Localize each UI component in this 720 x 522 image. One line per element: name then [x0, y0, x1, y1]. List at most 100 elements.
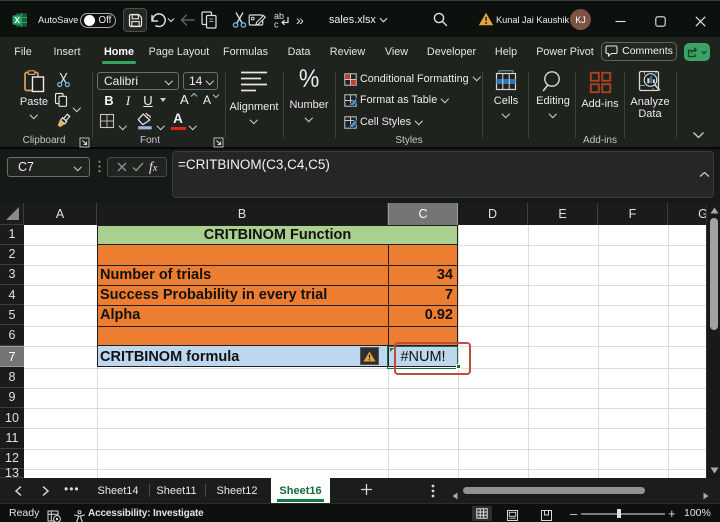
conditional-formatting-button[interactable]: Conditional Formatting: [360, 73, 481, 85]
cut-button[interactable]: [56, 72, 71, 93]
maximize-button[interactable]: [645, 6, 675, 36]
row-header-2[interactable]: 2: [0, 245, 24, 265]
zoom-out-button[interactable]: –: [570, 504, 577, 522]
cell-title-b1[interactable]: CRITBINOM Function: [97, 224, 458, 245]
row-header-13[interactable]: 13: [0, 466, 24, 478]
expand-formula-bar-button[interactable]: [699, 165, 710, 183]
row-header-8[interactable]: 8: [0, 368, 24, 388]
copy-button[interactable]: [54, 92, 69, 113]
ribbon-tab-page-layout[interactable]: Page Layout: [149, 37, 210, 66]
sheet-nav-prev-button[interactable]: [14, 484, 23, 502]
page-break-view-button[interactable]: [540, 506, 553, 522]
bold-button[interactable]: B: [102, 93, 116, 108]
fill-color-button[interactable]: [136, 112, 154, 135]
minimize-button[interactable]: [605, 6, 635, 36]
cell-label-b3[interactable]: Number of trials: [100, 265, 384, 285]
share-button[interactable]: [684, 43, 710, 61]
row-header-10[interactable]: 10: [0, 408, 24, 429]
vertical-scrollbar[interactable]: [706, 203, 720, 478]
format-as-table-button[interactable]: Format as Table: [360, 94, 449, 106]
ribbon-tab-data[interactable]: Data: [288, 37, 311, 66]
borders-button[interactable]: [99, 113, 115, 134]
new-sheet-button[interactable]: [360, 483, 373, 501]
redo-button[interactable]: [178, 10, 198, 30]
user-name[interactable]: Kunal Jai Kaushik: [496, 1, 569, 38]
ribbon-tab-insert[interactable]: Insert: [53, 37, 80, 66]
formula-input[interactable]: =CRITBINOM(C3,C4,C5): [172, 151, 714, 198]
select-all-corner[interactable]: [0, 203, 24, 225]
zoom-slider-handle[interactable]: [617, 509, 621, 518]
format-painter-button[interactable]: [54, 113, 72, 135]
search-button[interactable]: [432, 11, 449, 28]
alert-warning-icon[interactable]: [478, 12, 494, 26]
normal-view-button[interactable]: [472, 506, 492, 521]
cell-label-b4[interactable]: Success Probability in every trial: [100, 285, 384, 305]
ribbon-tab-review[interactable]: Review: [330, 37, 365, 66]
row-header-1[interactable]: 1: [0, 225, 24, 245]
analyze-data-button[interactable]: Analyze Data: [626, 70, 674, 120]
column-header-a[interactable]: A: [24, 203, 97, 225]
page-layout-view-button[interactable]: [506, 506, 519, 522]
ribbon-tab-developer[interactable]: Developer: [427, 37, 476, 66]
cell-label-b5[interactable]: Alpha: [100, 305, 384, 325]
clipboard-dialog-launcher[interactable]: [79, 135, 90, 148]
cell-value-c4[interactable]: 7: [388, 285, 453, 305]
ribbon-tab-help[interactable]: Help: [495, 37, 517, 66]
column-header-b[interactable]: B: [97, 203, 388, 225]
row-header-7[interactable]: 7: [0, 345, 24, 368]
enter-icon[interactable]: [132, 162, 144, 172]
row-header-11[interactable]: 11: [0, 428, 24, 449]
horizontal-scroll-thumb[interactable]: [463, 487, 645, 494]
column-header-c[interactable]: C: [388, 203, 458, 225]
close-button[interactable]: [685, 6, 715, 36]
row-header-3[interactable]: 3: [0, 265, 24, 286]
cell-label-b7[interactable]: CRITBINOM formula: [100, 346, 384, 368]
sheet-options-button[interactable]: [431, 484, 435, 503]
undo-dropdown-chevron[interactable]: [167, 17, 175, 23]
vertical-scroll-thumb[interactable]: [710, 218, 718, 330]
cell-value-c5[interactable]: 0.92: [388, 305, 453, 325]
font-color-button[interactable]: A: [170, 111, 186, 131]
font-size-select[interactable]: 14: [183, 72, 218, 90]
draw-button[interactable]: [248, 11, 267, 29]
qat-overflow-button[interactable]: »: [296, 1, 304, 38]
italic-button[interactable]: I: [122, 93, 134, 109]
comments-button[interactable]: Comments: [601, 41, 677, 61]
row-header-9[interactable]: 9: [0, 388, 24, 409]
addins-button[interactable]: Add-ins: [577, 71, 623, 110]
paste-button[interactable]: Paste: [17, 70, 51, 119]
ribbon-tab-file[interactable]: File: [14, 37, 31, 66]
avatar[interactable]: KJ: [570, 9, 591, 30]
underline-dropdown-triangle[interactable]: [160, 98, 166, 102]
column-header-d[interactable]: D: [458, 203, 528, 225]
font-dialog-launcher[interactable]: [213, 135, 224, 148]
cells-button[interactable]: Cells: [483, 70, 529, 118]
row-header-6[interactable]: 6: [0, 326, 24, 346]
sheet-tab-sheet12[interactable]: Sheet12: [205, 478, 269, 503]
document-title[interactable]: sales.xlsx: [329, 1, 388, 38]
cancel-icon[interactable]: [117, 162, 127, 172]
number-button[interactable]: % Number: [283, 67, 335, 122]
cell-value-c3[interactable]: 34: [388, 265, 453, 285]
borders-dropdown-chevron[interactable]: [118, 115, 127, 133]
zoom-in-button[interactable]: +: [668, 504, 676, 522]
autosave-toggle[interactable]: Off: [80, 13, 116, 28]
row-header-4[interactable]: 4: [0, 285, 24, 306]
zoom-slider-track[interactable]: [581, 513, 665, 515]
row-header-5[interactable]: 5: [0, 305, 24, 326]
insert-function-icon[interactable]: fx: [149, 159, 157, 175]
ribbon-tab-power-pivot[interactable]: Power Pivot: [536, 37, 594, 66]
ribbon-tab-view[interactable]: View: [385, 37, 408, 66]
column-header-f[interactable]: F: [598, 203, 668, 225]
spelling-button[interactable]: ab c: [272, 10, 292, 30]
underline-button[interactable]: U: [141, 93, 155, 108]
fill-color-dropdown-chevron[interactable]: [156, 115, 165, 133]
font-color-dropdown-chevron[interactable]: [188, 115, 197, 133]
cell-styles-button[interactable]: Cell Styles: [360, 116, 423, 128]
sheet-tab-sheet16[interactable]: Sheet16: [271, 478, 330, 503]
sheet-list-button[interactable]: •••: [64, 482, 80, 496]
name-box[interactable]: C7: [7, 157, 90, 177]
alignment-button[interactable]: Alignment: [228, 70, 280, 124]
save-button[interactable]: [123, 8, 147, 32]
collapse-ribbon-button[interactable]: [692, 127, 705, 145]
